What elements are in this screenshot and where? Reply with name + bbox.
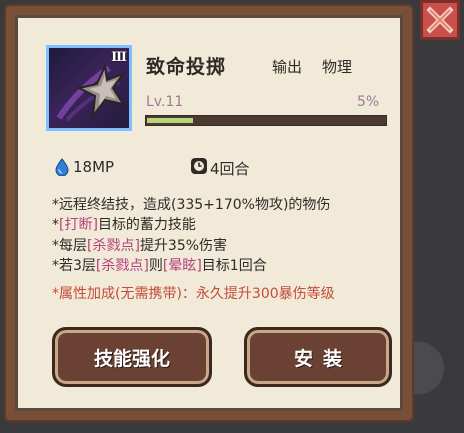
close-button[interactable] [420, 0, 460, 40]
water-drop-icon [55, 158, 69, 176]
attribute-bonus-note: *属性加成(无需携带)：永久提升300暴伤等级 [52, 286, 335, 302]
keyword-kill-point: [杀戮点] [87, 238, 140, 254]
skill-icon: Ⅲ [46, 45, 132, 131]
description-line-1: *远程终结技，造成(335+170%物攻)的物伤 [52, 197, 331, 213]
keyword-interrupt: [打断] [59, 217, 98, 233]
clock-icon [191, 158, 207, 174]
description-line-3: *每层[杀戮点]提升35%伤害 [52, 238, 228, 254]
install-button[interactable]: 安装 [244, 327, 392, 387]
close-icon [426, 6, 454, 34]
cooldown-turns: 4回合 [210, 160, 250, 178]
skill-progress-bar [145, 115, 387, 126]
rank-badge: Ⅲ [111, 50, 127, 65]
keyword-stun: [晕眩] [162, 258, 202, 274]
skill-progress-text: 5% [357, 94, 380, 110]
skill-upgrade-label: 技能强化 [93, 347, 170, 370]
skill-tag-physical: 物理 [322, 58, 353, 76]
install-label: 安装 [293, 347, 352, 370]
skill-name: 致命投掷 [146, 56, 227, 78]
skill-progress-fill [147, 118, 193, 123]
skill-tag-output: 输出 [272, 58, 303, 76]
skill-level: Lv.11 [146, 94, 184, 110]
mp-cost: 18MP [73, 158, 115, 176]
skill-upgrade-button[interactable]: 技能强化 [52, 327, 212, 387]
description-line-4: *若3层[杀戮点]则[晕眩]目标1回合 [52, 258, 267, 274]
description-line-2: *[打断]目标的蓄力技能 [52, 217, 196, 233]
keyword-kill-point: [杀戮点] [95, 258, 149, 274]
